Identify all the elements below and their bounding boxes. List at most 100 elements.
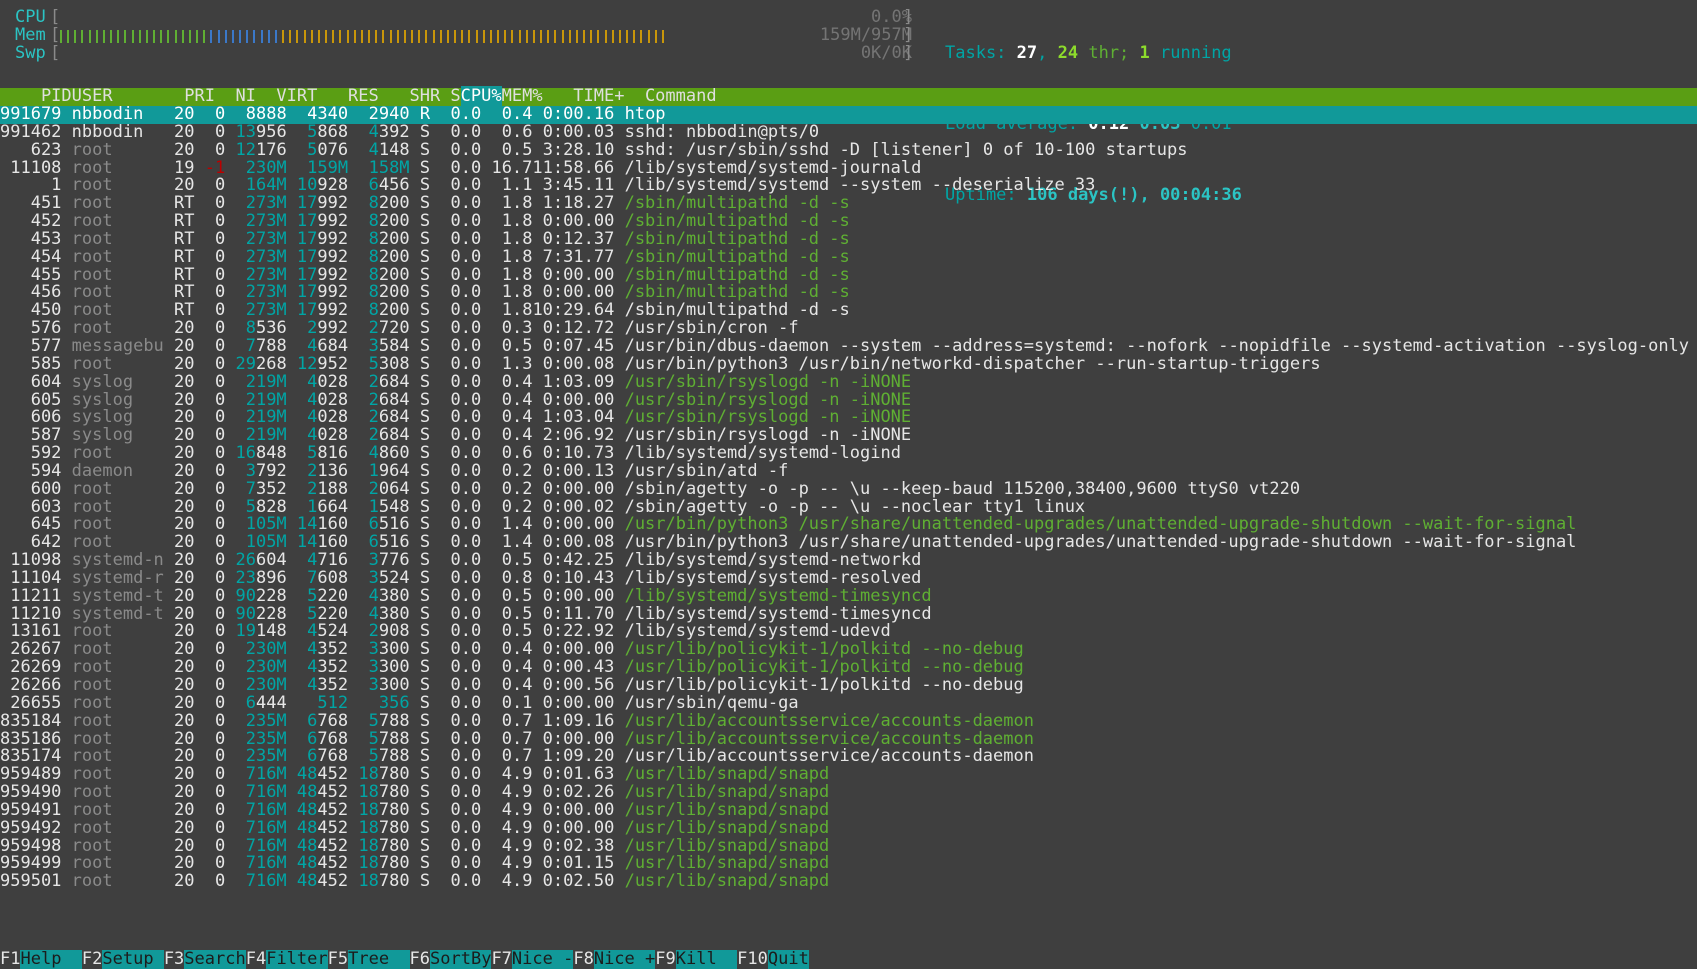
- sep: [614, 873, 624, 891]
- sep: [614, 267, 624, 285]
- column-header-shr[interactable]: SHR: [379, 86, 440, 106]
- process-pid: 587: [0, 427, 62, 446]
- process-row[interactable]: 645 root 20 0 105M 14160 6516 S 0.0 1.4 …: [0, 516, 1697, 534]
- process-time: 0:00.00: [532, 516, 615, 535]
- process-row[interactable]: 835184 root 20 0 235M 6768 5788 S 0.0 0.…: [0, 713, 1697, 731]
- function-key-f7[interactable]: F7: [491, 949, 512, 969]
- function-key-f3[interactable]: F3: [163, 949, 185, 969]
- function-label-tree[interactable]: Tree: [348, 949, 409, 969]
- process-row[interactable]: 11098 systemd-n 20 0 26604 4716 3776 S 0…: [0, 552, 1697, 570]
- process-row[interactable]: 991462 nbbodin 20 0 13956 5868 4392 S 0.…: [0, 124, 1697, 142]
- process-command: /usr/sbin/rsyslogd -n -iNONE: [624, 427, 912, 446]
- process-row[interactable]: 1 root 20 0 164M 10928 6456 S 0.0 1.1 3:…: [0, 177, 1697, 195]
- process-time: 0:12.37: [532, 230, 615, 249]
- function-key-f6[interactable]: F6: [409, 949, 431, 969]
- process-shr-low: 200: [378, 284, 410, 303]
- function-key-f8[interactable]: F8: [573, 949, 594, 969]
- function-label-setup[interactable]: Setup: [102, 949, 163, 969]
- process-row[interactable]: 959499 root 20 0 716M 48452 18780 S 0.0 …: [0, 855, 1697, 873]
- process-row[interactable]: 455 root RT 0 273M 17992 8200 S 0.0 1.8 …: [0, 267, 1697, 285]
- process-row[interactable]: 454 root RT 0 273M 17992 8200 S 0.0 1.8 …: [0, 249, 1697, 267]
- process-row[interactable]: 26269 root 20 0 230M 4352 3300 S 0.0 0.4…: [0, 659, 1697, 677]
- process-row[interactable]: 642 root 20 0 105M 14160 6516 S 0.0 1.4 …: [0, 534, 1697, 552]
- process-row[interactable]: 453 root RT 0 273M 17992 8200 S 0.0 1.8 …: [0, 231, 1697, 249]
- process-row[interactable]: 587 syslog 20 0 219M 4028 2684 S 0.0 0.4…: [0, 427, 1697, 445]
- process-row[interactable]: 11108 root 19 -1 230M 159M 158M S 0.0 16…: [0, 160, 1697, 178]
- process-row[interactable]: 585 root 20 0 29268 12952 5308 S 0.0 1.3…: [0, 356, 1697, 374]
- column-header-pid[interactable]: PID: [0, 86, 72, 106]
- process-row[interactable]: 623 root 20 0 12176 5076 4148 S 0.0 0.5 …: [0, 142, 1697, 160]
- function-key-f2[interactable]: F2: [81, 949, 103, 969]
- process-row[interactable]: 959498 root 20 0 716M 48452 18780 S 0.0 …: [0, 838, 1697, 856]
- process-cpu-percent: 0.0: [430, 873, 482, 892]
- process-row[interactable]: 26267 root 20 0 230M 4352 3300 S 0.0 0.4…: [0, 641, 1697, 659]
- process-row[interactable]: 452 root RT 0 273M 17992 8200 S 0.0 1.8 …: [0, 213, 1697, 231]
- process-row[interactable]: 577 messagebu 20 0 7788 4684 3584 S 0.0 …: [0, 338, 1697, 356]
- process-row[interactable]: 26655 root 20 0 6444 512 356 S 0.0 0.1 0…: [0, 695, 1697, 713]
- process-row[interactable]: 959490 root 20 0 716M 48452 18780 S 0.0 …: [0, 784, 1697, 802]
- function-key-f4[interactable]: F4: [245, 949, 267, 969]
- mem-bar-tick-cache: [583, 29, 586, 43]
- process-row[interactable]: 835186 root 20 0 235M 6768 5788 S 0.0 0.…: [0, 731, 1697, 749]
- process-priority: 20: [163, 801, 195, 820]
- process-row[interactable]: 451 root RT 0 273M 17992 8200 S 0.0 1.8 …: [0, 195, 1697, 213]
- process-shr-low: 148: [378, 141, 410, 160]
- process-row[interactable]: 600 root 20 0 7352 2188 2064 S 0.0 0.2 0…: [0, 481, 1697, 499]
- process-time: 0:42.25: [532, 552, 615, 570]
- function-key-f10[interactable]: F10: [737, 949, 768, 969]
- process-row[interactable]: 606 syslog 20 0 219M 4028 2684 S 0.0 0.4…: [0, 409, 1697, 427]
- function-label-sortby[interactable]: SortBy: [430, 949, 491, 969]
- process-row[interactable]: 11211 systemd-t 20 0 90228 5220 4380 S 0…: [0, 588, 1697, 606]
- process-row[interactable]: 594 daemon 20 0 3792 2136 1964 S 0.0 0.2…: [0, 463, 1697, 481]
- column-header-user[interactable]: USER: [72, 86, 174, 106]
- process-row[interactable]: 991679 nbbodin 20 0 8888 4340 2940 R 0.0…: [0, 106, 1697, 124]
- process-row[interactable]: 959501 root 20 0 716M 48452 18780 S 0.0 …: [0, 873, 1697, 891]
- function-label-help[interactable]: Help: [20, 949, 81, 969]
- process-row[interactable]: 959489 root 20 0 716M 48452 18780 S 0.0 …: [0, 766, 1697, 784]
- process-row[interactable]: 603 root 20 0 5828 1664 1548 S 0.0 0.2 0…: [0, 499, 1697, 517]
- column-header-ni[interactable]: NI: [215, 86, 255, 106]
- column-header-virt[interactable]: VIRT: [256, 86, 317, 106]
- process-row[interactable]: 456 root RT 0 273M 17992 8200 S 0.0 1.8 …: [0, 284, 1697, 302]
- function-key-f1[interactable]: F1: [0, 949, 21, 969]
- process-table-header[interactable]: PIDUSER PRI NI VIRT RES SHR SCPU%MEM% TI…: [0, 86, 1697, 106]
- mem-bar-tick-used: [74, 29, 77, 43]
- function-label-kill[interactable]: Kill: [676, 949, 737, 969]
- process-row[interactable]: 959491 root 20 0 716M 48452 18780 S 0.0 …: [0, 802, 1697, 820]
- column-header-command[interactable]: Command: [635, 86, 717, 106]
- function-label-nice[interactable]: Nice -: [512, 949, 573, 969]
- function-key-bar[interactable]: F1Help F2Setup F3SearchF4FilterF5Tree F6…: [0, 949, 1697, 969]
- column-header-pri[interactable]: PRI: [174, 86, 215, 106]
- function-label-filter[interactable]: Filter: [266, 949, 327, 969]
- function-label-quit[interactable]: Quit: [768, 949, 809, 969]
- process-user: root: [71, 320, 164, 338]
- process-row[interactable]: 450 root RT 0 273M 17992 8200 S 0.0 1.81…: [0, 302, 1697, 320]
- process-row[interactable]: 604 syslog 20 0 219M 4028 2684 S 0.0 0.4…: [0, 374, 1697, 392]
- process-row[interactable]: 959492 root 20 0 716M 48452 18780 S 0.0 …: [0, 820, 1697, 838]
- process-row[interactable]: 605 syslog 20 0 219M 4028 2684 S 0.0 0.4…: [0, 392, 1697, 410]
- process-row[interactable]: 11104 systemd-r 20 0 23896 7608 3524 S 0…: [0, 570, 1697, 588]
- process-state: S: [409, 712, 431, 731]
- function-key-bar-inner[interactable]: F1Help F2Setup F3SearchF4FilterF5Tree F6…: [0, 949, 809, 969]
- htop-terminal-window: CPU [ 0.0% ] Mem [ 159M/957M ] Swp [ 0K/…: [0, 0, 1697, 969]
- function-label-search[interactable]: Search: [184, 949, 245, 969]
- process-mem-percent: 1.4: [481, 516, 533, 535]
- process-row[interactable]: 11210 systemd-t 20 0 90228 5220 4380 S 0…: [0, 606, 1697, 624]
- column-header-time[interactable]: TIME+: [543, 86, 635, 106]
- process-row[interactable]: 592 root 20 0 16848 5816 4860 S 0.0 0.6 …: [0, 445, 1697, 463]
- process-virt-low: 828: [255, 498, 287, 517]
- process-list[interactable]: 991679 nbbodin 20 0 8888 4340 2940 R 0.0…: [0, 106, 1697, 891]
- process-row[interactable]: 26266 root 20 0 230M 4352 3300 S 0.0 0.4…: [0, 677, 1697, 695]
- process-shr-pad: [348, 731, 368, 749]
- column-header-cpu[interactable]: CPU%: [460, 86, 502, 106]
- process-row[interactable]: 576 root 20 0 8536 2992 2720 S 0.0 0.3 0…: [0, 320, 1697, 338]
- process-row[interactable]: 13161 root 20 0 19148 4524 2908 S 0.0 0.…: [0, 623, 1697, 641]
- column-header-s[interactable]: S: [440, 86, 460, 106]
- column-header-mem[interactable]: MEM%: [502, 86, 543, 106]
- function-key-f5[interactable]: F5: [327, 949, 349, 969]
- mem-bar-tick-cache: [282, 29, 285, 43]
- process-row[interactable]: 835174 root 20 0 235M 6768 5788 S 0.0 0.…: [0, 748, 1697, 766]
- column-header-res[interactable]: RES: [317, 86, 379, 106]
- function-key-f9[interactable]: F9: [655, 949, 676, 969]
- function-label-nice[interactable]: Nice +: [594, 949, 655, 969]
